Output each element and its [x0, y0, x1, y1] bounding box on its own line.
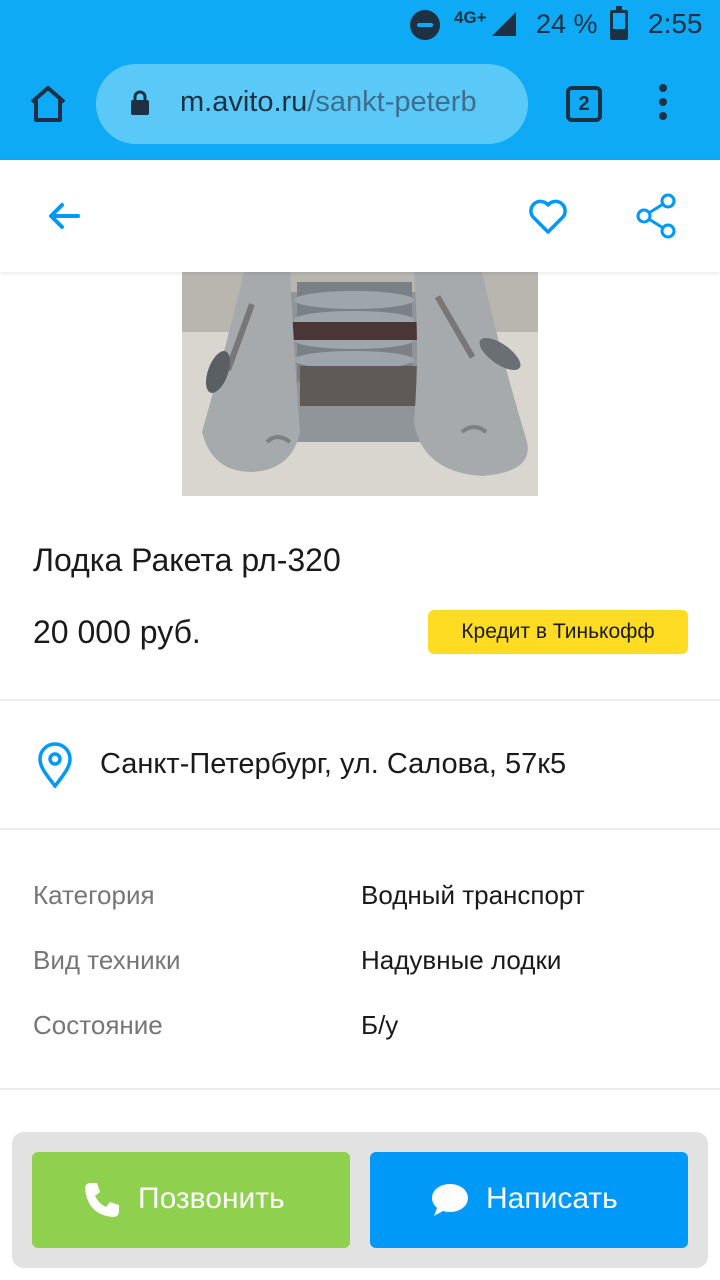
message-button[interactable]: Написать — [370, 1152, 688, 1248]
do-not-disturb-icon — [410, 10, 440, 40]
battery-percent: 24 % — [536, 9, 598, 39]
listing-price: 20 000 руб. — [33, 614, 201, 650]
divider — [0, 828, 720, 830]
param-value-category: Водный транспорт — [361, 880, 585, 910]
listing-photo[interactable] — [182, 272, 538, 496]
listing-address[interactable]: Санкт-Петербург, ул. Салова, 57к5 — [100, 748, 566, 781]
param-value-type: Надувные лодки — [361, 945, 562, 975]
browser-chrome: 4G+ 24 % 2:55 m.avito.ru/sankt-peterb 2 — [0, 0, 720, 160]
divider — [0, 699, 720, 701]
call-button-label: Позвонить — [138, 1182, 285, 1215]
phone-icon — [85, 1183, 119, 1217]
tabs-button[interactable]: 2 — [566, 86, 602, 122]
home-icon[interactable] — [24, 80, 72, 128]
param-label-type: Вид техники — [33, 945, 181, 975]
param-label-condition: Состояние — [33, 1010, 163, 1040]
divider — [0, 1088, 720, 1090]
share-icon[interactable] — [634, 192, 678, 240]
heart-icon[interactable] — [526, 194, 570, 238]
chat-bubble-icon — [432, 1184, 468, 1216]
url-domain: m.avito.ru — [180, 86, 308, 118]
more-vert-icon[interactable] — [656, 84, 670, 128]
message-button-label: Написать — [486, 1182, 618, 1215]
battery-icon — [610, 6, 628, 40]
url-path: /sankt-peterb — [307, 86, 477, 118]
lock-icon — [131, 90, 149, 115]
location-pin-icon — [38, 742, 72, 788]
param-value-condition: Б/у — [361, 1010, 399, 1040]
status-bar: 4G+ 24 % 2:55 — [0, 0, 720, 50]
url-text: m.avito.ru/sankt-peterb — [180, 86, 477, 119]
listing-title: Лодка Ракета рл-320 — [33, 542, 341, 578]
signal-icon — [492, 12, 516, 36]
url-bar[interactable]: m.avito.ru/sankt-peterb — [96, 64, 528, 144]
credit-badge[interactable]: Кредит в Тинькофф — [428, 610, 688, 654]
call-button[interactable]: Позвонить — [32, 1152, 350, 1248]
param-label-category: Категория — [33, 880, 155, 910]
arrow-back-icon[interactable] — [44, 196, 84, 236]
clock: 2:55 — [648, 8, 703, 39]
network-type: 4G+ — [454, 8, 487, 27]
app-header — [0, 160, 720, 272]
